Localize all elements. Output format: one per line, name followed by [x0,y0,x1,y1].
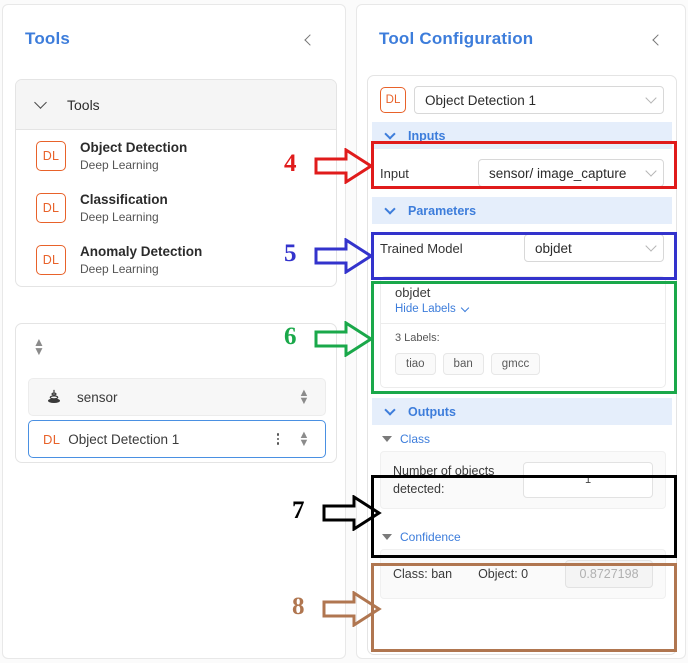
chevron-down-icon [460,303,469,312]
tool-configuration-title: Tool Configuration [379,29,534,48]
model-labels-body: 3 Labels: tiao ban gmcc [381,323,665,387]
confidence-object-text: Object: 0 [478,567,529,581]
pipeline-item-label: sensor [77,389,118,405]
label-chip-list: tiao ban gmcc [395,353,651,375]
confidence-group-label: Confidence [400,530,461,544]
pipeline-item-object-detection-1[interactable]: DL Object Detection 1 ▲ ▼ [28,420,326,458]
objects-detected-value: 1 [523,462,653,498]
trained-model-dropdown[interactable]: objdet [524,234,664,262]
dl-badge-icon: DL [43,431,61,447]
tool-item-name: Anomaly Detection [80,244,203,259]
tool-item-subtitle: Deep Learning [80,210,159,224]
chevron-down-icon [645,240,657,252]
input-field-row: Input sensor/ image_capture [368,149,676,197]
outputs-section-header[interactable]: Outputs [372,398,672,425]
annotation-number-5: 5 [284,240,297,267]
tool-selector-value: Object Detection 1 [425,92,537,108]
annotation-number-4: 4 [284,150,297,177]
label-chip[interactable]: gmcc [490,353,541,375]
tool-selector-dropdown[interactable]: Object Detection 1 [414,86,664,114]
tools-panel-title: Tools [25,29,71,48]
class-group-header[interactable]: Class [368,425,676,451]
confidence-class-text: Class: ban [393,567,453,581]
chevron-down-icon [34,96,47,109]
collapse-config-panel-button[interactable] [645,29,667,51]
objects-detected-row: Number of objects detected: 1 [380,451,666,509]
tool-selector-row: DL Object Detection 1 [368,76,676,122]
parameters-section-label: Parameters [408,203,477,218]
outputs-section-label: Outputs [408,404,456,419]
annotation-number-7: 7 [292,497,305,524]
dl-badge-icon: DL [36,193,66,223]
tool-item-name: Classification [80,192,168,207]
confidence-group-header[interactable]: Confidence [368,523,676,549]
label-chip[interactable]: tiao [395,353,436,375]
tool-item-subtitle: Deep Learning [80,262,159,276]
annotation-arrow-5 [314,238,374,274]
tool-item-text: Classification Deep Learning [80,191,168,225]
objects-detected-label: Number of objects detected: [393,464,495,496]
sort-updown-icon[interactable]: ▲ ▼ [295,430,313,449]
annotation-number-6: 6 [284,323,297,350]
pipeline-item-controls: ▲ ▼ [285,388,325,407]
trained-model-value: objdet [535,240,572,256]
tool-configuration-header: Tool Configuration [357,5,685,61]
labels-count-text: 3 Labels: [395,332,440,344]
input-source-value: sensor/ image_capture [489,165,627,181]
sort-updown-icon[interactable]: ▲ ▼ [32,336,46,357]
app-root: Tools Tools DL Object Detection Deep Lea… [0,0,688,663]
tools-panel-header: Tools [3,5,345,61]
tool-configuration-card: DL Object Detection 1 Inputs Input senso… [367,75,677,655]
input-source-dropdown[interactable]: sensor/ image_capture [478,159,664,187]
more-vertical-icon[interactable] [271,433,285,445]
chevron-down-icon [645,165,657,177]
annotation-arrow-6 [314,321,374,357]
label-chip[interactable]: ban [442,353,484,375]
chevron-down-icon [384,127,396,140]
trained-model-label: Trained Model [380,240,463,256]
input-field-label: Input [380,165,409,181]
inputs-section-header[interactable]: Inputs [372,122,672,149]
trained-model-field-row: Trained Model objdet [368,224,676,272]
annotation-arrow-4 [314,148,374,184]
tool-item-subtitle: Deep Learning [80,158,159,172]
tool-item-classification[interactable]: DL Classification Deep Learning [16,182,336,234]
chevron-left-icon [651,34,664,46]
annotation-arrow-8 [322,591,382,627]
sort-updown-icon[interactable]: ▲ ▼ [295,388,313,407]
dl-badge-icon: DL [36,245,66,275]
tool-configuration-panel: Tool Configuration DL Object Detection 1… [356,4,686,659]
triangle-down-icon [382,534,392,540]
collapse-tools-panel-button[interactable] [297,29,319,51]
triangle-down-icon [382,436,392,442]
tool-item-text: Anomaly Detection Deep Learning [80,243,202,277]
confidence-value: 0.8727198 [565,560,653,588]
annotation-arrow-7 [322,495,382,531]
tools-library-header[interactable]: Tools [16,80,336,130]
pipeline-item-controls: ▲ ▼ [271,430,325,449]
model-details-head: objdet Hide Labels [381,277,665,323]
tool-item-name: Object Detection [80,140,188,155]
hide-labels-toggle[interactable]: Hide Labels [395,303,665,315]
confidence-row: Class: ban Object: 0 0.8727198 [380,549,666,599]
class-group-label: Class [400,432,431,446]
chevron-down-icon [384,202,396,215]
tools-library-header-label: Tools [67,96,100,113]
model-name: objdet [395,285,431,300]
chevron-left-icon [303,34,316,46]
dl-badge-icon: DL [380,87,406,113]
pipeline-item-sensor[interactable]: sensor ▲ ▼ [28,378,326,416]
dl-badge-icon: DL [36,141,66,171]
hide-labels-label: Hide Labels [395,303,456,315]
parameters-section-header[interactable]: Parameters [372,197,672,224]
inputs-section-label: Inputs [408,128,446,143]
sensor-icon [48,389,60,403]
chevron-down-icon [645,92,657,104]
model-details-card: objdet Hide Labels 3 Labels: tiao ban gm… [380,276,666,388]
annotation-number-8: 8 [292,593,305,620]
chevron-down-icon [384,403,396,416]
tool-item-text: Object Detection Deep Learning [80,139,187,173]
pipeline-item-label: Object Detection 1 [68,431,180,447]
